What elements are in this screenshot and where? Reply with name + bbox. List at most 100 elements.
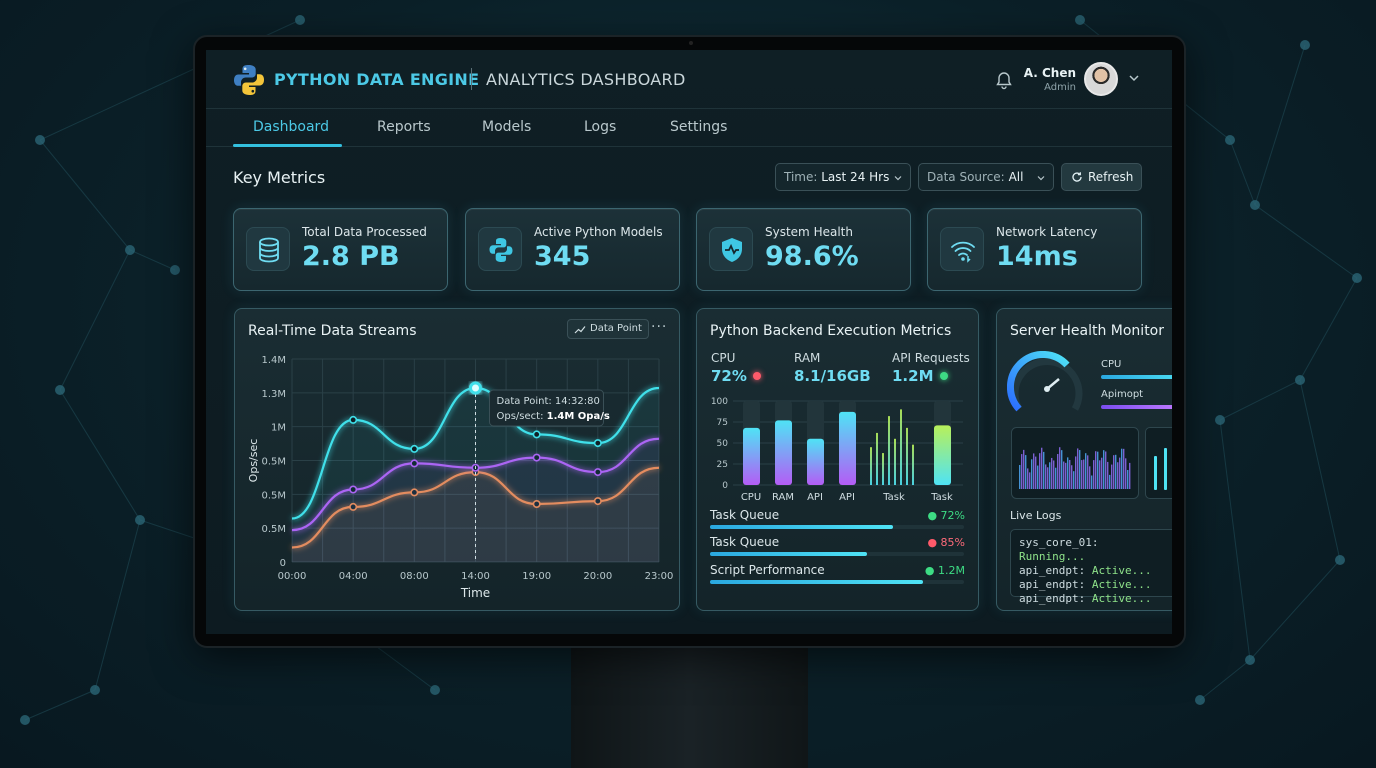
chevron-down-icon xyxy=(1037,176,1045,181)
mini-chart-bar xyxy=(1123,448,1125,489)
log-status: Active... xyxy=(1091,578,1152,591)
mini-chart-bar xyxy=(1047,467,1049,489)
y-tick-label: 1.4M xyxy=(261,355,286,366)
script-performance-value: 1.2M xyxy=(938,564,965,577)
panel-title: Server Health Monitor xyxy=(1010,323,1164,339)
mini-chart-bar xyxy=(1071,465,1073,489)
mini-chart-bar xyxy=(1069,459,1071,489)
wifi-icon xyxy=(940,227,984,271)
tab-dashboard[interactable]: Dashboard xyxy=(253,119,329,135)
x-tick-label: 20:00 xyxy=(583,571,612,582)
avatar[interactable] xyxy=(1084,62,1118,96)
tab-models[interactable]: Models xyxy=(482,119,531,135)
python-icon-glyph xyxy=(489,238,513,262)
y-tick-label: 1.3M xyxy=(261,389,286,400)
x-tick-label: 14:00 xyxy=(461,571,490,582)
card-label: Active Python Models xyxy=(534,225,663,239)
chart-tooltip: Data Point: 14:32:80 Ops/sect: 1.4M Opa/s xyxy=(489,389,610,427)
mini-chart-bar xyxy=(1115,454,1117,489)
mini-chart-bar xyxy=(1097,451,1099,489)
network-node xyxy=(55,385,65,395)
mini-chart-bar xyxy=(1127,470,1129,489)
mini-chart-bar xyxy=(1109,474,1111,489)
secondary-mini-chart xyxy=(1145,427,1172,499)
api-requests-value: 1.2M xyxy=(892,367,934,385)
log-key: api_endpt: xyxy=(1019,578,1086,591)
queue-progress-bar xyxy=(710,525,964,529)
y-tick-label: 0.5M xyxy=(261,524,286,535)
mini-chart-bar xyxy=(1029,472,1031,489)
ram-label: RAM xyxy=(794,351,821,365)
gauge-icon xyxy=(1007,351,1083,412)
time-range-select[interactable]: Time: Last 24 Hrs xyxy=(775,163,911,191)
x-tick-label: 19:00 xyxy=(522,571,551,582)
x-tick-label: 23:00 xyxy=(645,571,674,582)
metric-card-python-models[interactable]: Active Python Models 345 xyxy=(465,208,680,291)
backend-bar-chart[interactable]: 100 75 50 25 0 CPU RAM API API Task Task xyxy=(697,393,980,513)
data-source-select[interactable]: Data Source: All xyxy=(918,163,1054,191)
mini-chart-bar xyxy=(1021,454,1023,489)
mini-chart-bar xyxy=(1079,450,1081,489)
streams-line-chart[interactable]: 0 0.5M 0.5M 0.5M 1M 1.3M 1.4M 00:00 04:00 08:00 14… xyxy=(235,309,681,612)
queue-value: 72% xyxy=(940,509,965,522)
mini-chart-bar xyxy=(1067,457,1069,489)
series-0-point xyxy=(349,415,358,424)
network-link xyxy=(1219,419,1251,661)
bar-y-tick: 100 xyxy=(711,397,728,407)
header-divider xyxy=(471,68,472,90)
mini-chart-bar xyxy=(1019,465,1021,489)
mini-chart-bar xyxy=(1051,457,1053,489)
tooltip-label: Ops/sect: xyxy=(497,411,547,422)
x-tick-label: 04:00 xyxy=(339,571,368,582)
metric-card-network-latency[interactable]: Network Latency 14ms xyxy=(927,208,1142,291)
network-node xyxy=(1075,15,1085,25)
script-performance-label: Script Performance xyxy=(710,563,825,577)
time-label: Time: xyxy=(784,170,818,184)
cpu-value-row: 72% xyxy=(711,367,761,385)
bar-task-spike xyxy=(906,427,908,485)
queue-value: 85% xyxy=(940,536,965,549)
network-node xyxy=(430,685,440,695)
tab-logs[interactable]: Logs xyxy=(584,119,616,135)
mini-chart-bar xyxy=(1095,451,1097,489)
server-api-fill xyxy=(1101,405,1172,409)
bar-api xyxy=(807,438,824,485)
source-value: All xyxy=(1008,170,1024,184)
mini-chart-bar xyxy=(1033,453,1035,489)
network-link xyxy=(1299,379,1341,561)
tab-settings[interactable]: Settings xyxy=(670,119,727,135)
bar-task-spike xyxy=(888,416,890,485)
log-key: sys_core_01: xyxy=(1019,536,1099,549)
metric-card-data-processed[interactable]: Total Data Processed 2.8 PB xyxy=(233,208,448,291)
status-dot-green xyxy=(939,372,948,380)
mini-chart-bar xyxy=(1125,458,1127,489)
metric-card-system-health[interactable]: System Health 98.6% xyxy=(696,208,911,291)
bar-task-spike xyxy=(876,432,878,485)
mini-chart-bar xyxy=(1105,451,1107,489)
chevron-down-icon[interactable] xyxy=(1128,72,1140,84)
bar-x-label: Task xyxy=(882,492,905,503)
mini-chart-bar xyxy=(1035,456,1037,489)
server-activity-chart xyxy=(1011,427,1139,499)
log-line: api_endpt: Active... xyxy=(1019,592,1171,606)
server-cpu-bar xyxy=(1101,375,1172,379)
log-status: Running... xyxy=(1019,550,1086,563)
network-node xyxy=(1250,200,1260,210)
tab-reports[interactable]: Reports xyxy=(377,119,431,135)
series-0-point xyxy=(593,439,602,448)
queue-label: Task Queue xyxy=(710,535,780,549)
bar-y-tick: 50 xyxy=(717,439,729,449)
bar-task-spike xyxy=(900,409,902,485)
log-status: Active... xyxy=(1091,564,1152,577)
x-axis-label: Time xyxy=(460,586,490,600)
mini-chart-bar xyxy=(1041,447,1043,489)
mini-chart-bar xyxy=(1093,460,1095,489)
cpu-label: CPU xyxy=(711,351,736,365)
card-value: 14ms xyxy=(996,241,1078,272)
y-tick-label: 0 xyxy=(280,558,286,569)
bar-task xyxy=(934,425,951,485)
mini-chart-bar xyxy=(1121,448,1123,489)
y-axis-label: Ops/sec xyxy=(247,439,260,483)
section-title: Key Metrics xyxy=(233,168,326,187)
refresh-button[interactable]: Refresh xyxy=(1061,163,1142,191)
